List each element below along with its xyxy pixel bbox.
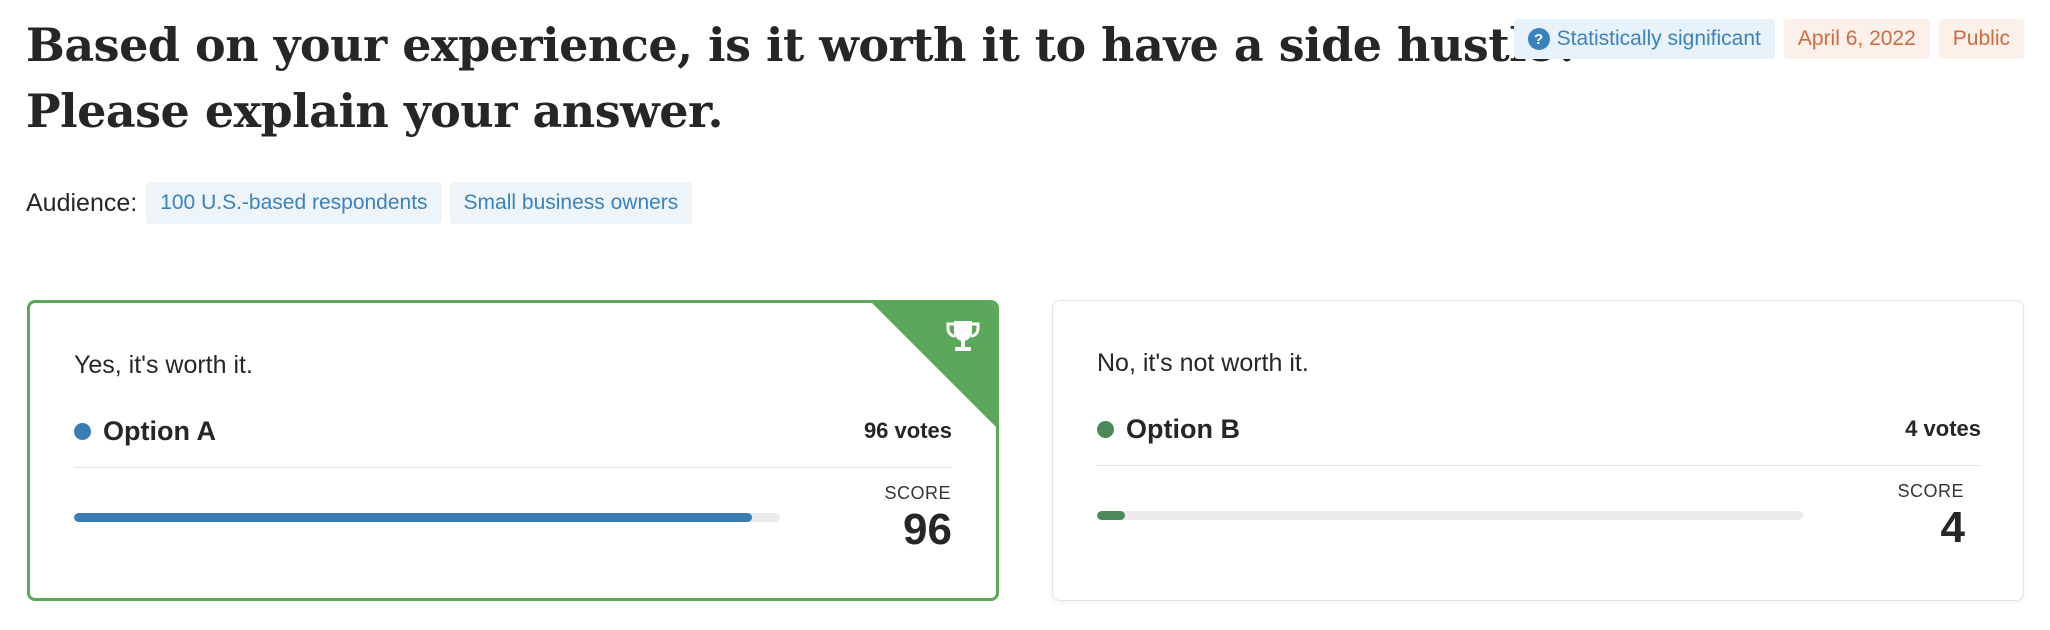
question-title-line-1: Based on your experience, is it worth it… [26,18,1582,72]
option-answer-text: No, it's not worth it. [1097,349,1309,377]
score-block: SCORE 96 [832,483,952,556]
option-color-dot [1097,420,1114,438]
question-title-line-2: Please explain your answer. [26,84,724,138]
date-label: April 6, 2022 [1797,27,1916,50]
option-card-b[interactable]: No, it's not worth it. Option B 4 votes … [1052,300,2024,601]
score-bar-fill [1097,511,1126,520]
score-value: 4 [1940,503,1965,552]
option-name: Option B [1097,414,1240,445]
option-name-label: Option B [1126,413,1240,444]
option-name-label: Option A [103,415,216,446]
score-bar-track [74,513,780,522]
score-bar-track [1097,511,1803,520]
visibility-label: Public [1952,27,2010,50]
question-circle-icon[interactable]: ? [1527,28,1550,50]
date-badge: April 6, 2022 [1783,19,1930,59]
score-bar-fill [74,513,752,522]
vote-count: 4 votes [1905,416,1981,441]
significance-label: Statistically significant [1556,27,1761,50]
status-badges: ? Statistically significant April 6, 202… [1513,19,2024,59]
option-color-dot [74,422,91,440]
question-title: Based on your experience, is it worth it… [26,12,1582,144]
option-header: Option A 96 votes [74,413,952,449]
significance-badge[interactable]: ? Statistically significant [1513,19,1775,59]
score-block: SCORE 4 [1845,481,1965,554]
option-answer-text: Yes, it's worth it. [74,351,253,379]
audience-row: Audience: 100 U.S.-based respondents Sma… [26,182,693,224]
score-label: SCORE [1897,481,1964,501]
option-card-a[interactable]: Yes, it's worth it. Option A 96 votes SC… [27,300,999,601]
option-name: Option A [74,416,216,447]
visibility-badge: Public [1938,19,2024,59]
score-value: 96 [903,505,952,554]
card-divider [74,467,952,468]
audience-label: Audience: [26,188,138,217]
vote-count: 96 votes [863,418,952,443]
audience-tag-segment[interactable]: Small business owners [449,182,693,224]
poll-results-page: Based on your experience, is it worth it… [0,0,2050,630]
audience-tag-respondents[interactable]: 100 U.S.-based respondents [146,182,442,224]
card-divider [1097,465,1981,466]
option-header: Option B 4 votes [1097,411,1981,447]
score-label: SCORE [884,483,951,503]
